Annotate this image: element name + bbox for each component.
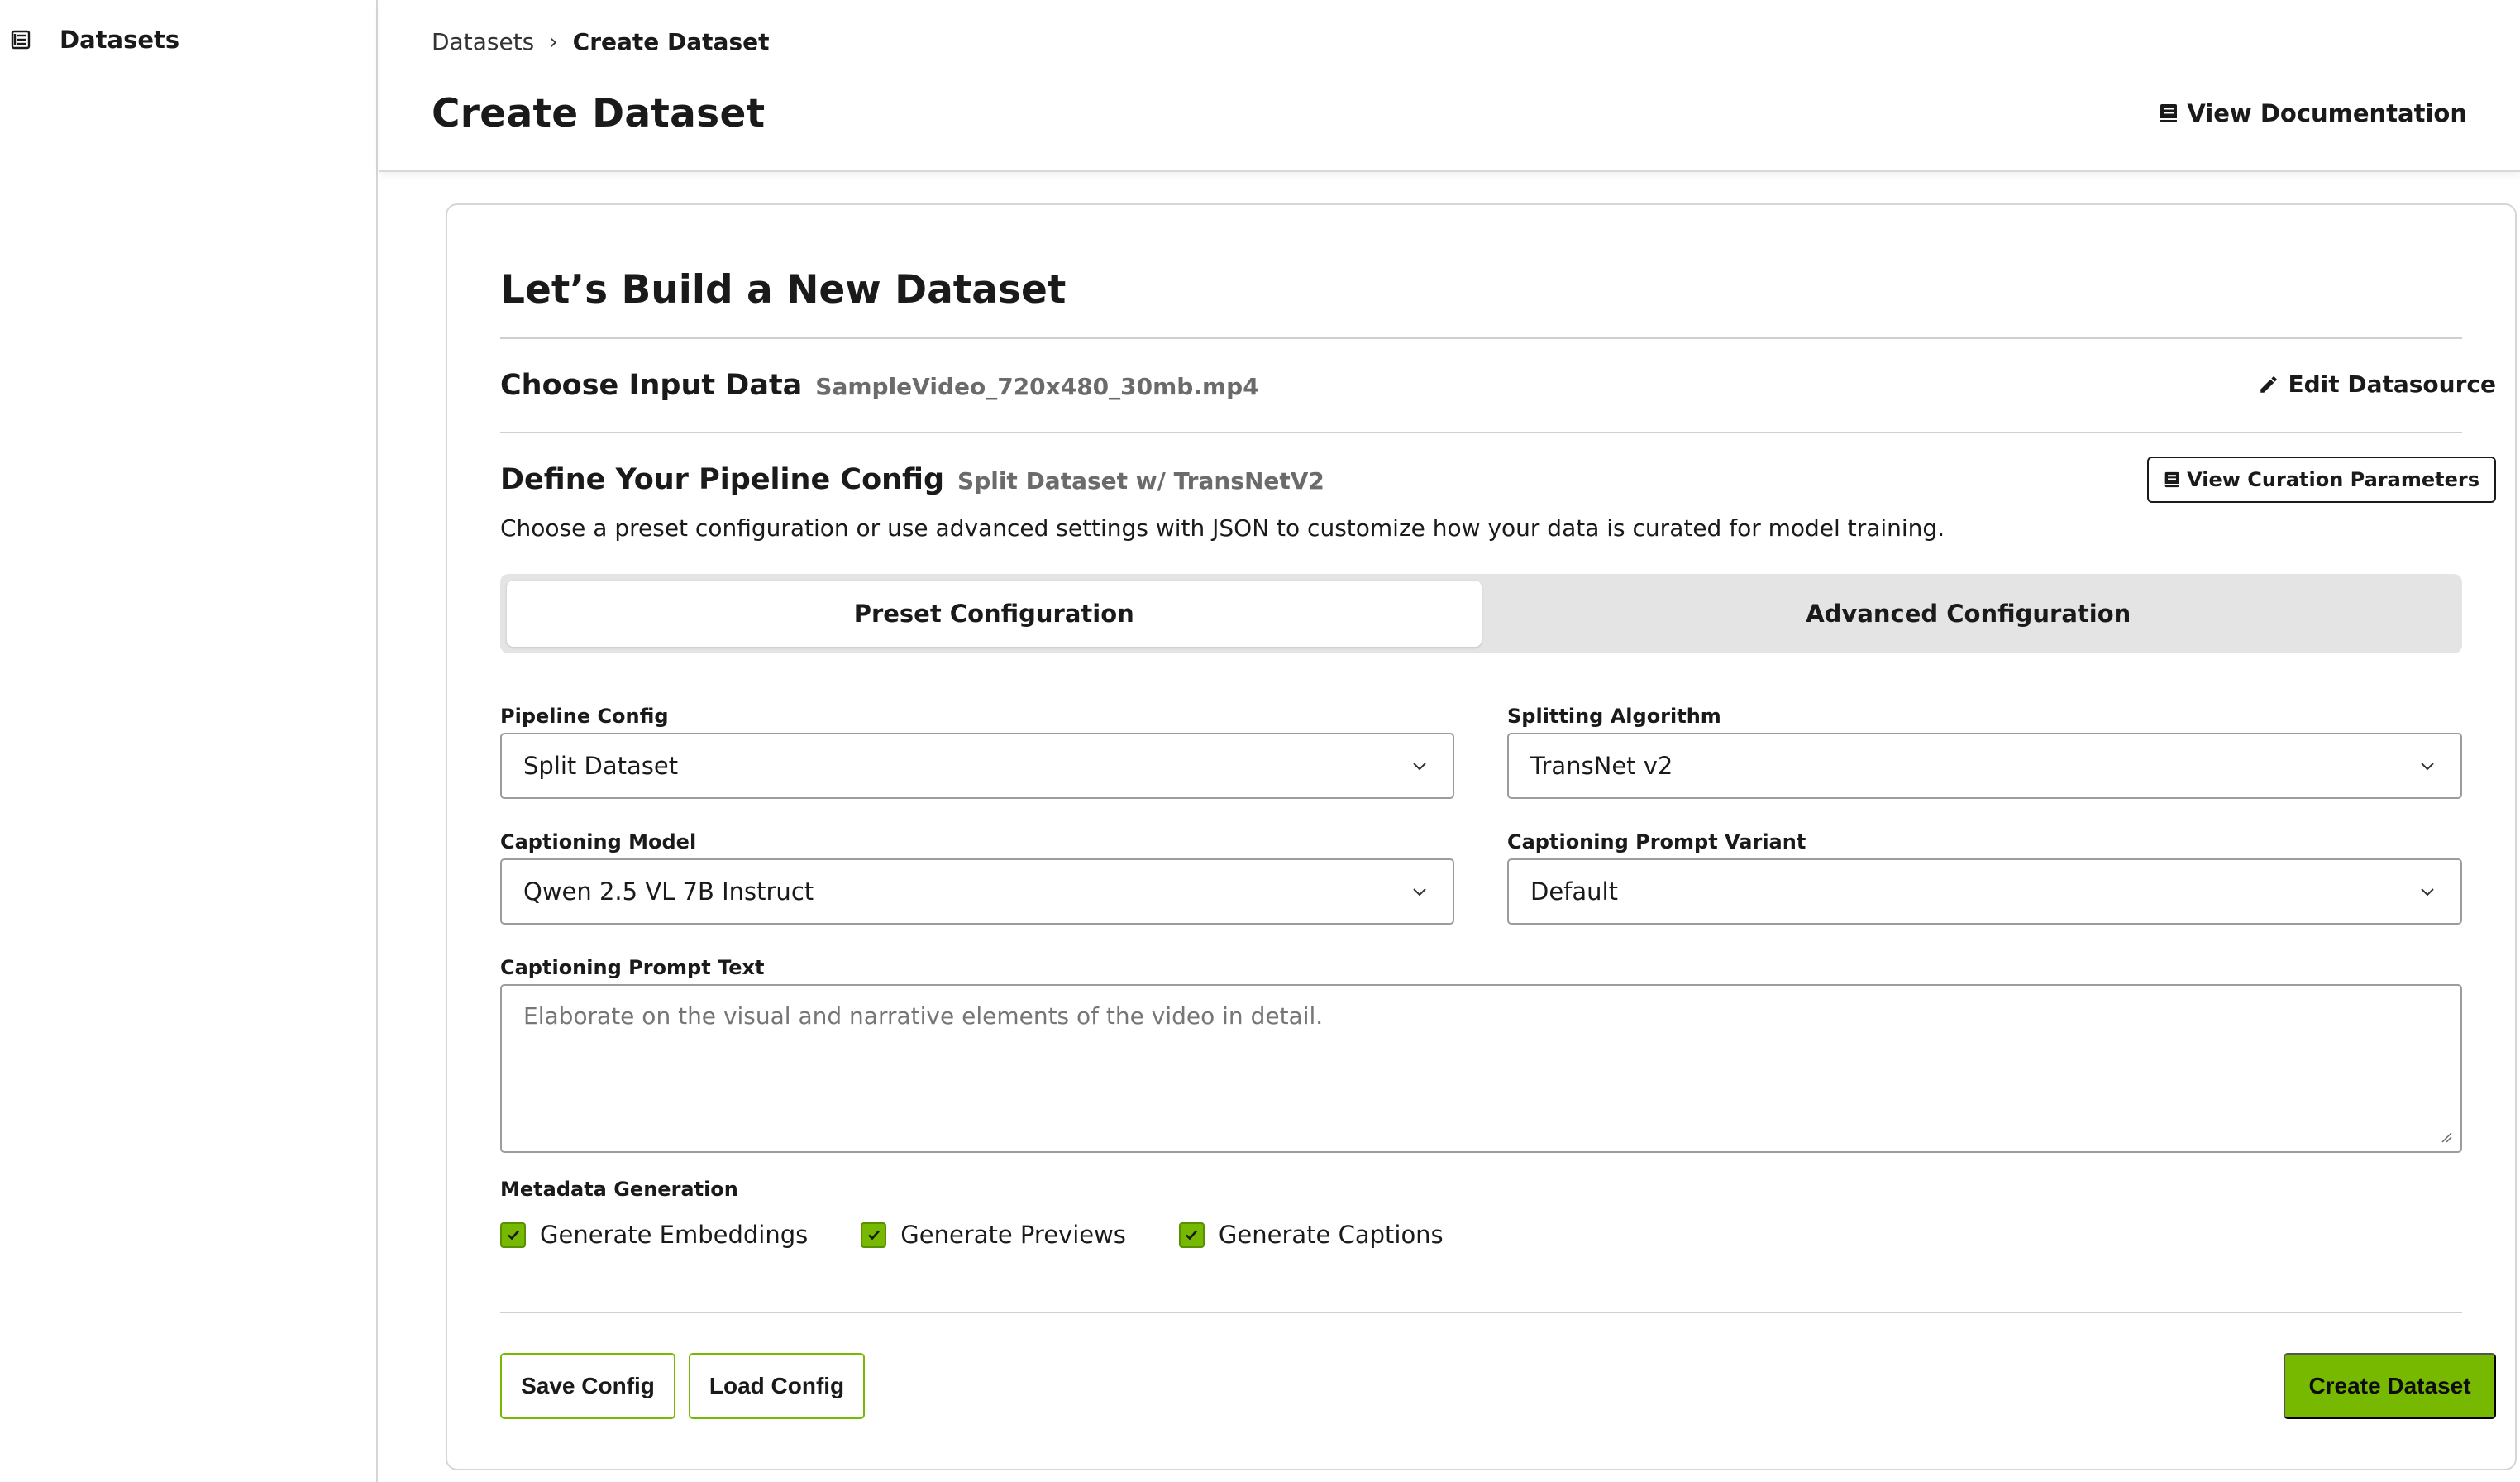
config-tabs: Preset Configuration Advanced Configurat…	[500, 574, 2462, 653]
generate-captions-checkbox[interactable]: Generate Captions	[1178, 1221, 1444, 1249]
view-curation-parameters-label: View Curation Parameters	[2187, 468, 2479, 491]
generate-captions-label: Generate Captions	[1218, 1221, 1444, 1249]
save-config-button[interactable]: Save Config	[500, 1353, 675, 1419]
tab-preset-configuration[interactable]: Preset Configuration	[507, 581, 1482, 647]
splitting-algorithm-select[interactable]: TransNet v2	[1507, 733, 2462, 799]
divider	[500, 1312, 2462, 1313]
pipeline-config-label: Pipeline Config	[500, 705, 669, 728]
prompt-text-placeholder: Elaborate on the visual and narrative el…	[523, 1002, 1324, 1030]
chevron-down-icon	[1411, 883, 1428, 900]
metadata-options: Generate Embeddings Generate Previews Ge…	[500, 1221, 1496, 1249]
view-curation-parameters-button[interactable]: View Curation Parameters	[2147, 457, 2496, 503]
divider	[500, 432, 2462, 433]
prompt-variant-value: Default	[1530, 877, 1618, 906]
page-title: Create Dataset	[432, 91, 766, 136]
page-header: Datasets › Create Dataset Create Dataset…	[379, 0, 2520, 172]
input-file-name: SampleVideo_720x480_30mb.mp4	[815, 373, 1259, 400]
load-config-button[interactable]: Load Config	[689, 1353, 865, 1419]
create-dataset-card: Let’s Build a New Dataset Choose Input D…	[446, 203, 2517, 1470]
sidebar-item-label: Datasets	[60, 26, 180, 54]
edit-datasource-label: Edit Datasource	[2288, 370, 2496, 398]
captioning-model-value: Qwen 2.5 VL 7B Instruct	[523, 877, 814, 906]
breadcrumb-datasets-link[interactable]: Datasets	[432, 28, 534, 55]
book-icon	[2159, 103, 2179, 124]
checkmark-icon	[1178, 1221, 1205, 1248]
checkmark-icon	[500, 1221, 526, 1248]
book-icon	[2164, 471, 2180, 489]
create-dataset-button[interactable]: Create Dataset	[2284, 1353, 2496, 1419]
pipeline-config-select[interactable]: Split Dataset	[500, 733, 1454, 799]
generate-previews-label: Generate Previews	[900, 1221, 1126, 1249]
pipeline-config-value: Split Dataset	[523, 752, 679, 780]
generate-embeddings-checkbox[interactable]: Generate Embeddings	[500, 1221, 808, 1249]
view-documentation-link[interactable]: View Documentation	[2159, 99, 2467, 127]
breadcrumb-separator-icon: ›	[549, 29, 558, 55]
edit-datasource-button[interactable]: Edit Datasource	[2258, 370, 2496, 398]
card-title: Let’s Build a New Dataset	[500, 267, 1067, 313]
captioning-model-select[interactable]: Qwen 2.5 VL 7B Instruct	[500, 858, 1454, 925]
prompt-variant-select[interactable]: Default	[1507, 858, 2462, 925]
chevron-down-icon	[2419, 758, 2436, 774]
sidebar: Datasets	[0, 0, 378, 1482]
splitting-algorithm-value: TransNet v2	[1530, 752, 1673, 780]
dataset-list-icon	[10, 29, 31, 50]
pipeline-description: Choose a preset configuration or use adv…	[500, 514, 1945, 542]
view-documentation-label: View Documentation	[2187, 99, 2467, 127]
breadcrumb: Datasets › Create Dataset	[432, 28, 769, 55]
generate-previews-checkbox[interactable]: Generate Previews	[861, 1221, 1126, 1249]
pipeline-section: Define Your Pipeline Config Split Datase…	[500, 463, 1324, 496]
prompt-variant-label: Captioning Prompt Variant	[1507, 830, 1806, 853]
prompt-text-area[interactable]: Elaborate on the visual and narrative el…	[500, 984, 2462, 1153]
tab-advanced-configuration[interactable]: Advanced Configuration	[1482, 581, 2456, 647]
sidebar-item-datasets[interactable]: Datasets	[0, 17, 376, 63]
pencil-icon	[2258, 374, 2279, 395]
chevron-down-icon	[1411, 758, 1428, 774]
breadcrumb-current: Create Dataset	[572, 28, 770, 55]
input-data-title: Choose Input Data	[500, 369, 803, 402]
captioning-model-label: Captioning Model	[500, 830, 697, 853]
splitting-algorithm-label: Splitting Algorithm	[1507, 705, 1721, 728]
input-data-section: Choose Input Data SampleVideo_720x480_30…	[500, 369, 1259, 402]
chevron-down-icon	[2419, 883, 2436, 900]
resize-handle-icon[interactable]	[2439, 1130, 2452, 1143]
pipeline-title: Define Your Pipeline Config	[500, 463, 945, 496]
checkmark-icon	[861, 1221, 887, 1248]
prompt-text-label: Captioning Prompt Text	[500, 956, 765, 979]
pipeline-subtitle: Split Dataset w/ TransNetV2	[957, 467, 1324, 495]
divider	[500, 337, 2462, 339]
generate-embeddings-label: Generate Embeddings	[540, 1221, 809, 1249]
metadata-generation-label: Metadata Generation	[500, 1178, 738, 1201]
